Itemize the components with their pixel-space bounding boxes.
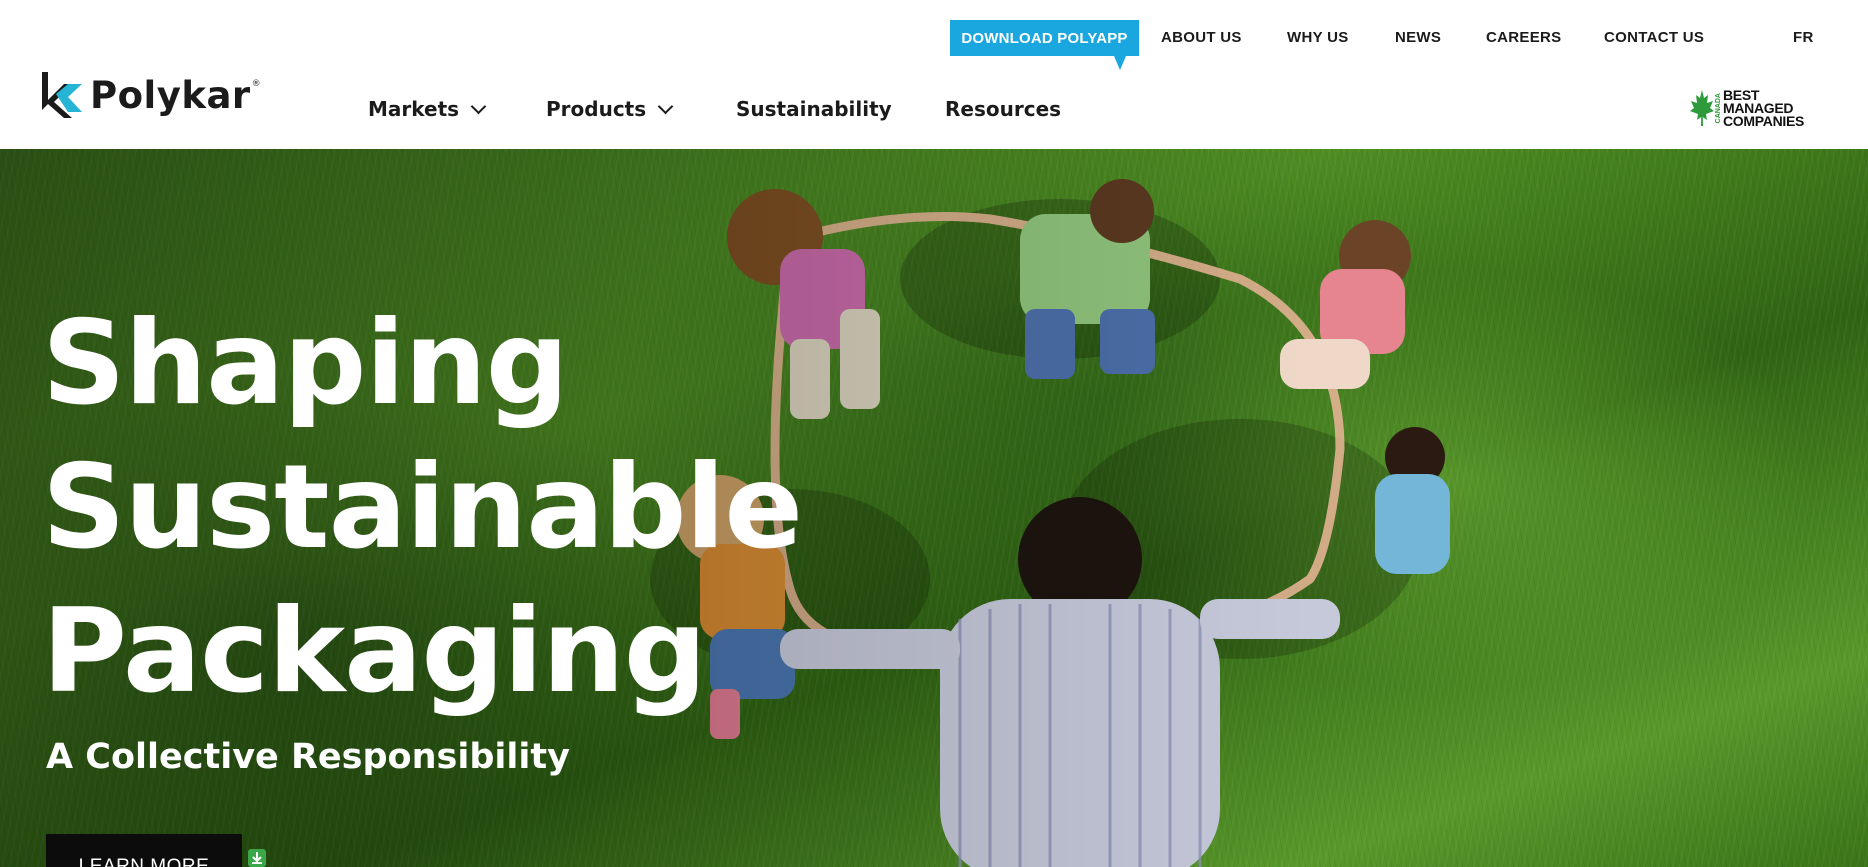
chevron-down-icon <box>470 98 487 114</box>
nav-markets-label: Markets <box>368 97 460 121</box>
hero-title-line: Packaging <box>42 584 707 719</box>
hero-title-line: Shaping <box>42 296 569 431</box>
utility-nav: DOWNLOAD POLYAPP ABOUT US WHY US NEWS CA… <box>950 20 1868 70</box>
best-managed-companies-badge[interactable]: CANADA BEST MANAGED COMPANIES <box>1690 86 1815 130</box>
nav-products-label: Products <box>546 97 647 121</box>
chevron-down-icon <box>657 98 674 114</box>
nav-careers[interactable]: CAREERS <box>1486 29 1561 46</box>
nav-resources[interactable]: Resources <box>945 97 1061 121</box>
download-arrow-icon[interactable] <box>248 849 266 867</box>
brand-name: Polykar® <box>90 73 262 117</box>
polykar-logo-icon <box>42 72 82 118</box>
callout-tail <box>1114 56 1126 70</box>
hero-title: Shaping Sustainable Packaging <box>42 292 842 724</box>
nav-why-us[interactable]: WHY US <box>1287 29 1349 46</box>
download-polyapp-button[interactable]: DOWNLOAD POLYAPP <box>950 20 1139 70</box>
nav-about-us[interactable]: ABOUT US <box>1161 29 1242 46</box>
maple-leaf-icon <box>1690 90 1714 126</box>
badge-text: BEST MANAGED COMPANIES <box>1723 86 1805 129</box>
nav-news[interactable]: NEWS <box>1395 29 1441 46</box>
learn-more-button[interactable]: LEARN MORE <box>46 834 242 867</box>
learn-more-label: LEARN MORE <box>78 856 210 867</box>
polykar-logo[interactable]: Polykar® <box>38 70 261 120</box>
hero-subtitle: A Collective Responsibility <box>46 737 570 777</box>
language-switch-fr[interactable]: FR <box>1793 29 1814 46</box>
site-header: Polykar® DOWNLOAD POLYAPP ABOUT US WHY U… <box>0 0 1868 149</box>
nav-markets[interactable]: Markets <box>368 97 487 121</box>
hero-banner: Shaping Sustainable Packaging A Collecti… <box>0 149 1868 867</box>
nav-contact-us[interactable]: CONTACT US <box>1604 29 1704 46</box>
download-polyapp-label: DOWNLOAD POLYAPP <box>961 29 1128 47</box>
badge-country: CANADA <box>1715 92 1722 124</box>
hero-title-line: Sustainable <box>42 440 803 575</box>
nav-products[interactable]: Products <box>546 97 674 121</box>
nav-sustainability[interactable]: Sustainability <box>736 97 892 121</box>
